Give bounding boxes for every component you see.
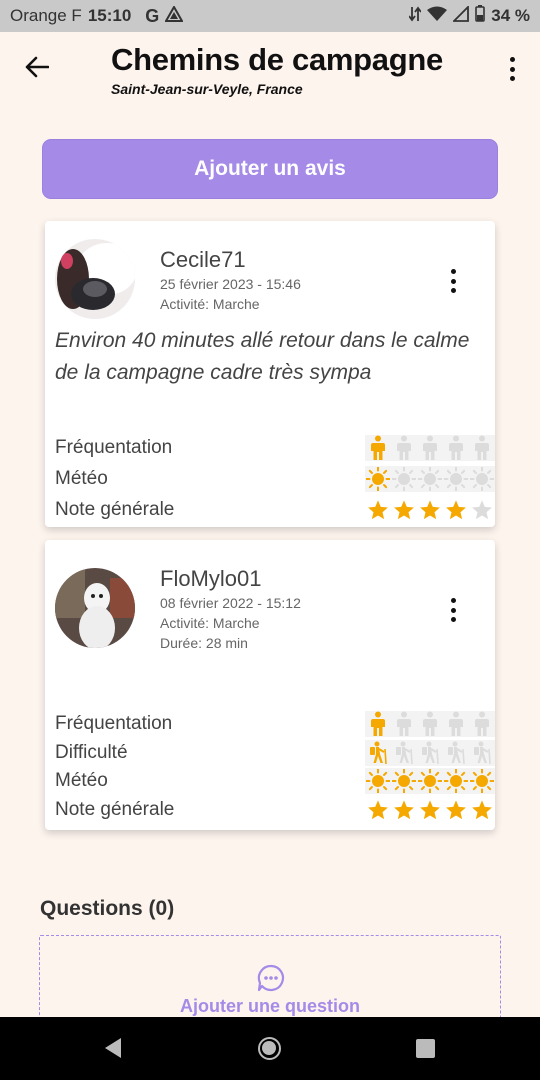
avatar [55,239,135,319]
battery-level: 34 % [491,6,530,25]
rating-icons [365,797,495,823]
carrier-label: Orange F [10,6,82,25]
rating-icons [365,497,495,523]
hiker-icon [417,740,443,766]
review-more-button[interactable] [451,269,457,293]
add-question-label: Ajouter une question [180,996,360,1016]
sun-icon [365,768,391,794]
rating-label: Météo [55,468,108,489]
rating-row: Fréquentation [55,711,495,737]
sun-icon [391,768,417,794]
battery-icon [475,5,486,27]
app-header: Chemins de campagne Saint-Jean-sur-Veyle… [0,32,540,112]
review-activity: Activité: Marche [160,615,260,631]
hiker-icon [443,740,469,766]
nav-back-icon [105,1038,121,1058]
sun-icon [443,466,469,492]
rating-icons [365,435,495,461]
rating-label: Note générale [55,499,175,520]
rating-label: Difficulté [55,741,128,763]
rating-icons [365,739,495,766]
rating-row: Fréquentation [55,435,495,461]
review-activity: Activité: Marche [160,296,260,312]
hiker-icon [469,740,495,766]
star-icon [443,497,469,523]
rating-label: Météo [55,770,108,791]
chat-bubble-icon [257,964,285,997]
review-card: FloMylo01 08 février 2022 - 15:12 Activi… [45,540,495,830]
person-icon [417,711,443,737]
star-icon [365,497,391,523]
review-duration: Durée: 28 min [160,635,248,651]
drive-icon [164,4,185,27]
sun-icon [469,768,495,794]
hiker-icon [365,740,391,766]
rating-label: Note générale [55,798,175,820]
rating-icons [365,768,495,794]
rating-label: Fréquentation [55,437,173,458]
status-bar: Orange F 15:10 G 34 % [0,0,540,32]
star-icon [391,497,417,523]
page-subtitle: Saint-Jean-sur-Veyle, France [111,81,303,97]
page-title: Chemins de campagne [111,42,443,77]
person-icon [443,435,469,461]
add-review-button[interactable]: Ajouter un avis [42,139,498,199]
person-icon [469,711,495,737]
review-username: Cecile71 [160,247,246,272]
more-options-button[interactable] [504,54,520,84]
nav-back-button[interactable] [103,1037,123,1064]
hiker-icon [391,740,417,766]
rating-icons [365,466,495,492]
status-time: 15:10 [87,6,132,25]
rating-label: Fréquentation [55,713,173,734]
person-icon [391,435,417,461]
rating-row: Note générale [55,797,492,823]
star-icon [391,797,417,823]
person-icon [417,435,443,461]
back-arrow-icon [25,56,49,78]
back-button[interactable] [22,52,52,82]
star-icon [417,797,443,823]
sun-icon [443,768,469,794]
review-more-button[interactable] [451,598,457,622]
star-icon [443,797,469,823]
person-icon [391,711,417,737]
rating-row: Difficulté [55,739,495,766]
rating-row: Note générale [55,497,492,523]
person-icon [365,435,391,461]
sun-icon [365,466,391,492]
star-icon [417,497,443,523]
system-nav-bar [0,1017,540,1080]
data-arrows-icon [408,6,422,27]
rating-icons [365,711,495,737]
review-card: Cecile71 25 février 2023 - 15:46 Activit… [45,221,495,527]
review-date: 25 février 2023 - 15:46 [160,276,301,292]
nav-recents-button[interactable] [416,1039,435,1058]
signal-icon [452,4,470,27]
sun-icon [469,466,495,492]
person-icon [365,711,391,737]
review-username: FloMylo01 [160,566,262,591]
sun-icon [417,466,443,492]
sun-icon [391,466,417,492]
star-icon [469,797,495,823]
sun-icon [417,768,443,794]
star-icon [469,497,495,523]
person-icon [469,435,495,461]
questions-title: Questions (0) [40,897,175,920]
review-comment: Environ 40 minutes allé retour dans le c… [55,329,470,384]
rating-row: Météo [55,466,495,492]
wifi-icon [427,6,448,27]
person-icon [443,711,469,737]
rating-row: Météo [55,768,495,794]
star-icon [365,797,391,823]
nav-home-button[interactable] [258,1037,281,1060]
review-date: 08 février 2022 - 15:12 [160,595,301,611]
avatar [55,568,135,648]
google-icon: G [145,5,160,26]
